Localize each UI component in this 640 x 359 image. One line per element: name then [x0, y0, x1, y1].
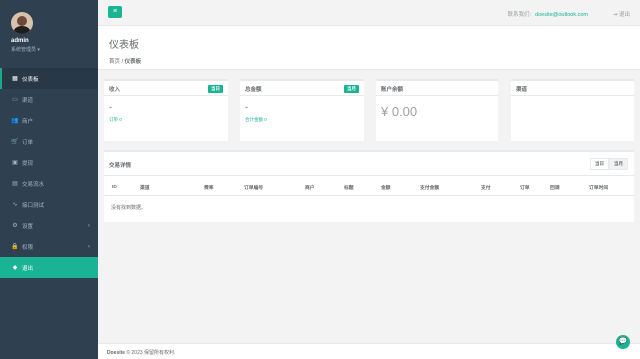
column-header[interactable]: 费率	[196, 176, 236, 196]
transactions-table: ID 渠道 费率 订单编号 商户 标题 金额 支付金额 支付 订单 回调 订单时…	[104, 176, 634, 196]
sidebar-item-label: 商户	[22, 118, 34, 125]
total-amount-box: 总金额 当月 - 合计金额 0	[240, 79, 364, 141]
transactions-title: 交易详情 当日 当月	[104, 152, 634, 176]
user-name: admin	[11, 38, 29, 44]
chart-icon: ▤	[12, 181, 18, 187]
page-title: 仪表板	[109, 40, 139, 51]
sidebar-item-dashboard[interactable]: ▦ 仪表板	[0, 68, 98, 89]
income-title-text: 收入	[109, 87, 121, 93]
total-amount-note: 合计金额 0	[245, 117, 267, 122]
channel-title: 渠道	[511, 81, 634, 96]
avatar[interactable]	[11, 12, 33, 34]
contact-label: 联系我们:	[507, 12, 532, 18]
footer-brand: Doesite	[107, 350, 126, 356]
sidebar-item-logout[interactable]: ◆ 退出	[0, 257, 98, 278]
column-header[interactable]: 订单编号	[236, 176, 297, 196]
sidebar-item-label: 权限	[22, 244, 34, 251]
footer: Doesite © 2023 保留所有权利.	[98, 343, 640, 359]
sidebar-item-label: 交易流水	[22, 181, 45, 188]
breadcrumb-current: 仪表板	[124, 59, 142, 65]
total-value: -	[245, 102, 248, 112]
chevron-left-icon: ‹	[88, 243, 90, 250]
sidebar-item-label: 订单	[22, 139, 34, 146]
sidebar-item-label: 提现	[22, 160, 34, 167]
breadcrumb: 首页 / 仪表板	[109, 57, 640, 65]
sidebar-item-label: 接口测试	[22, 202, 45, 209]
sidebar-item-withdraw[interactable]: ▣ 提现	[0, 152, 98, 173]
breadcrumb-home-link[interactable]: 首页	[109, 59, 120, 65]
sidebar-item-merchants[interactable]: 👥 商户	[0, 110, 98, 131]
diamond-icon: ◆	[12, 265, 18, 271]
footer-copyright: © 2023 保留所有权利.	[125, 350, 176, 356]
transactions-title-text: 交易详情	[109, 163, 132, 169]
sidebar: admin 系统管理员 ▾ ▦ 仪表板 ▭ 渠道 👥 商户 🛒 订单 ▣ 提现 …	[0, 0, 98, 359]
transactions-panel: 交易详情 当日 当月 ID 渠道 费率 订单编号 商户 标题 金额 支付金额 支…	[104, 150, 634, 222]
user-profile: admin 系统管理员 ▾	[0, 0, 98, 68]
balance-title: 账户余额	[376, 81, 498, 96]
sidebar-item-orders[interactable]: 🛒 订单	[0, 131, 98, 152]
income-badge: 当日	[208, 85, 223, 93]
contact-email-link[interactable]: doesite@outlook.com	[535, 12, 588, 18]
channel-box: 渠道	[511, 79, 634, 141]
sidebar-item-label: 设置	[22, 223, 34, 230]
column-header[interactable]: ID	[104, 176, 132, 196]
total-title-text: 总金额	[245, 87, 262, 93]
column-header[interactable]: 支付	[473, 176, 512, 196]
income-value: -	[109, 102, 112, 112]
sidebar-item-settings[interactable]: ⚙ 设置 ‹	[0, 215, 98, 236]
sidebar-nav: ▦ 仪表板 ▭ 渠道 👥 商户 🛒 订单 ▣ 提现 ▤ 交易流水 ∿ 接口测试 …	[0, 68, 98, 278]
column-header[interactable]: 订单时间	[581, 176, 634, 196]
tab-today[interactable]: 当日	[590, 158, 609, 170]
column-header[interactable]: 渠道	[132, 176, 196, 196]
total-badge: 当月	[344, 85, 359, 93]
sidebar-item-channels[interactable]: ▭ 渠道	[0, 89, 98, 110]
user-role-dropdown[interactable]: 系统管理员 ▾	[11, 46, 98, 53]
cart-icon: 🛒	[11, 139, 19, 145]
column-header[interactable]: 金额	[373, 176, 412, 196]
table-header-row: ID 渠道 费率 订单编号 商户 标题 金额 支付金额 支付 订单 回调 订单时…	[104, 176, 634, 196]
tab-month[interactable]: 当月	[609, 158, 628, 170]
menu-toggle-button[interactable]: ≡	[108, 6, 122, 18]
total-title: 总金额 当月	[240, 81, 364, 96]
logout-link[interactable]: ⇥ 退出	[613, 10, 630, 18]
income-title: 收入 当日	[104, 81, 228, 96]
page-heading: 仪表板 首页 / 仪表板	[98, 26, 640, 70]
empty-message: 没有找到数据。	[111, 205, 147, 211]
sidebar-item-label: 渠道	[22, 97, 34, 104]
column-header[interactable]: 订单	[512, 176, 542, 196]
contact-info: 联系我们: doesite@outlook.com	[507, 10, 588, 18]
pulse-icon: ∿	[12, 202, 18, 208]
balance-box: 账户余额 ¥ 0.00	[376, 79, 498, 141]
income-orders-note: 订单 0	[109, 117, 122, 122]
lock-icon: 🔒	[11, 244, 19, 250]
column-header[interactable]: 回调	[542, 176, 581, 196]
dashboard-icon: ▦	[12, 76, 18, 82]
period-tabs: 当日 当月	[590, 158, 628, 170]
sidebar-item-api-test[interactable]: ∿ 接口测试	[0, 194, 98, 215]
balance-value: ¥ 0.00	[381, 104, 418, 119]
column-header[interactable]: 商户	[297, 176, 336, 196]
sidebar-item-label: 仪表板	[22, 76, 39, 83]
column-header[interactable]: 支付金额	[412, 176, 473, 196]
top-bar: ≡ 联系我们: doesite@outlook.com ⇥ 退出	[98, 0, 640, 26]
users-icon: 👥	[11, 118, 19, 124]
monitor-icon: ▭	[12, 97, 18, 103]
gear-icon: ⚙	[12, 223, 18, 229]
sidebar-item-label: 退出	[22, 265, 34, 272]
wallet-icon: ▣	[12, 160, 18, 166]
sidebar-item-transactions[interactable]: ▤ 交易流水	[0, 173, 98, 194]
column-header[interactable]: 标题	[336, 176, 373, 196]
chevron-left-icon: ‹	[88, 222, 90, 229]
income-box: 收入 当日 - 订单 0	[104, 79, 228, 141]
chat-icon[interactable]: 💬	[616, 335, 630, 349]
sidebar-item-permissions[interactable]: 🔒 权限 ‹	[0, 236, 98, 257]
